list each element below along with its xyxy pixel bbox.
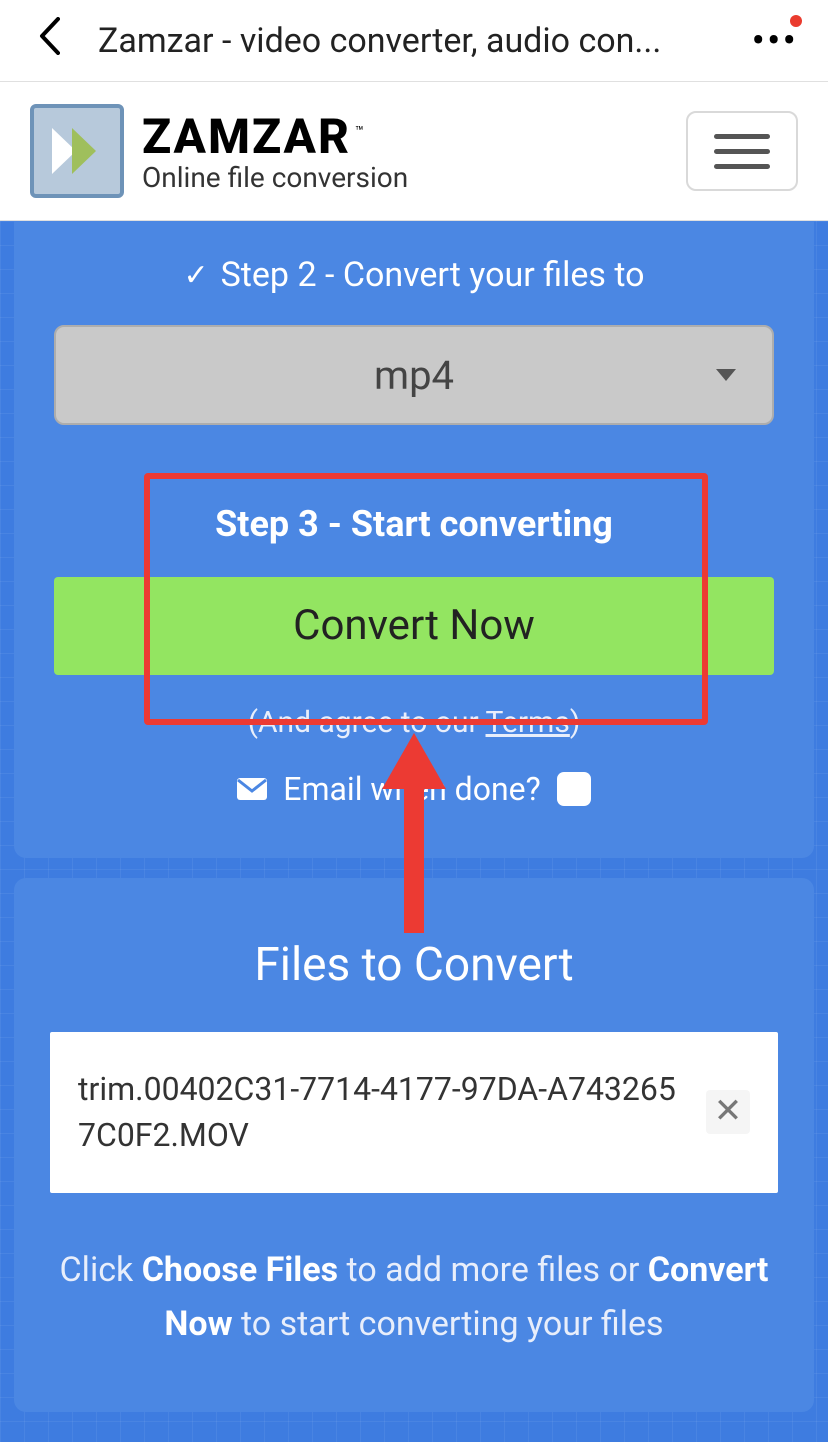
zamzar-logo-icon <box>42 116 112 186</box>
step2-label: ✓ Step 2 - Convert your files to <box>54 255 774 295</box>
chevron-down-icon <box>716 369 736 381</box>
file-name: trim.00402C31-7714-4177-97DA-A7432657C0F… <box>78 1066 686 1159</box>
step3-title: Step 3 - Start converting <box>54 503 774 545</box>
site-header: ZAMZAR™ Online file conversion <box>0 82 828 221</box>
browser-bar: Zamzar - video converter, audio con... •… <box>0 0 828 82</box>
email-checkbox[interactable] <box>557 772 591 806</box>
choose-files-text: Choose Files <box>142 1250 338 1290</box>
hamburger-menu-button[interactable] <box>686 111 798 191</box>
notification-dot-icon <box>790 15 802 27</box>
selected-format: mp4 <box>374 352 454 399</box>
email-label: Email when done? <box>283 770 540 808</box>
page-title: Zamzar - video converter, audio con... <box>78 21 742 61</box>
email-icon <box>237 778 267 800</box>
brand-name: ZAMZAR <box>142 108 351 165</box>
convert-steps-card: ✓ Step 2 - Convert your files to mp4 Ste… <box>14 221 814 858</box>
files-title: Files to Convert <box>50 938 778 992</box>
files-instruction: Click Choose Files to add more files or … <box>50 1243 778 1352</box>
browser-menu-button[interactable]: ••• <box>742 21 809 61</box>
terms-text: (And agree to our Terms) <box>54 705 774 740</box>
brand-tagline: Online file conversion <box>142 161 408 194</box>
checkmark-icon: ✓ <box>183 258 208 293</box>
files-card: Files to Convert trim.00402C31-7714-4177… <box>14 878 814 1412</box>
trademark-icon: ™ <box>355 124 366 140</box>
file-row: trim.00402C31-7714-4177-97DA-A7432657C0F… <box>50 1032 778 1193</box>
brand-logo[interactable] <box>30 104 124 198</box>
close-icon: ✕ <box>714 1091 743 1131</box>
format-select[interactable]: mp4 <box>54 325 774 425</box>
remove-file-button[interactable]: ✕ <box>706 1090 750 1134</box>
step3-section: Step 3 - Start converting Convert Now (A… <box>54 503 774 808</box>
email-when-done-row: Email when done? <box>54 770 774 808</box>
terms-link[interactable]: Terms <box>486 705 570 740</box>
back-button[interactable] <box>20 17 78 65</box>
main-content: ✓ Step 2 - Convert your files to mp4 Ste… <box>0 221 828 1442</box>
convert-now-button[interactable]: Convert Now <box>54 577 774 675</box>
hamburger-icon <box>714 134 770 139</box>
brand-text: ZAMZAR™ Online file conversion <box>142 108 408 194</box>
